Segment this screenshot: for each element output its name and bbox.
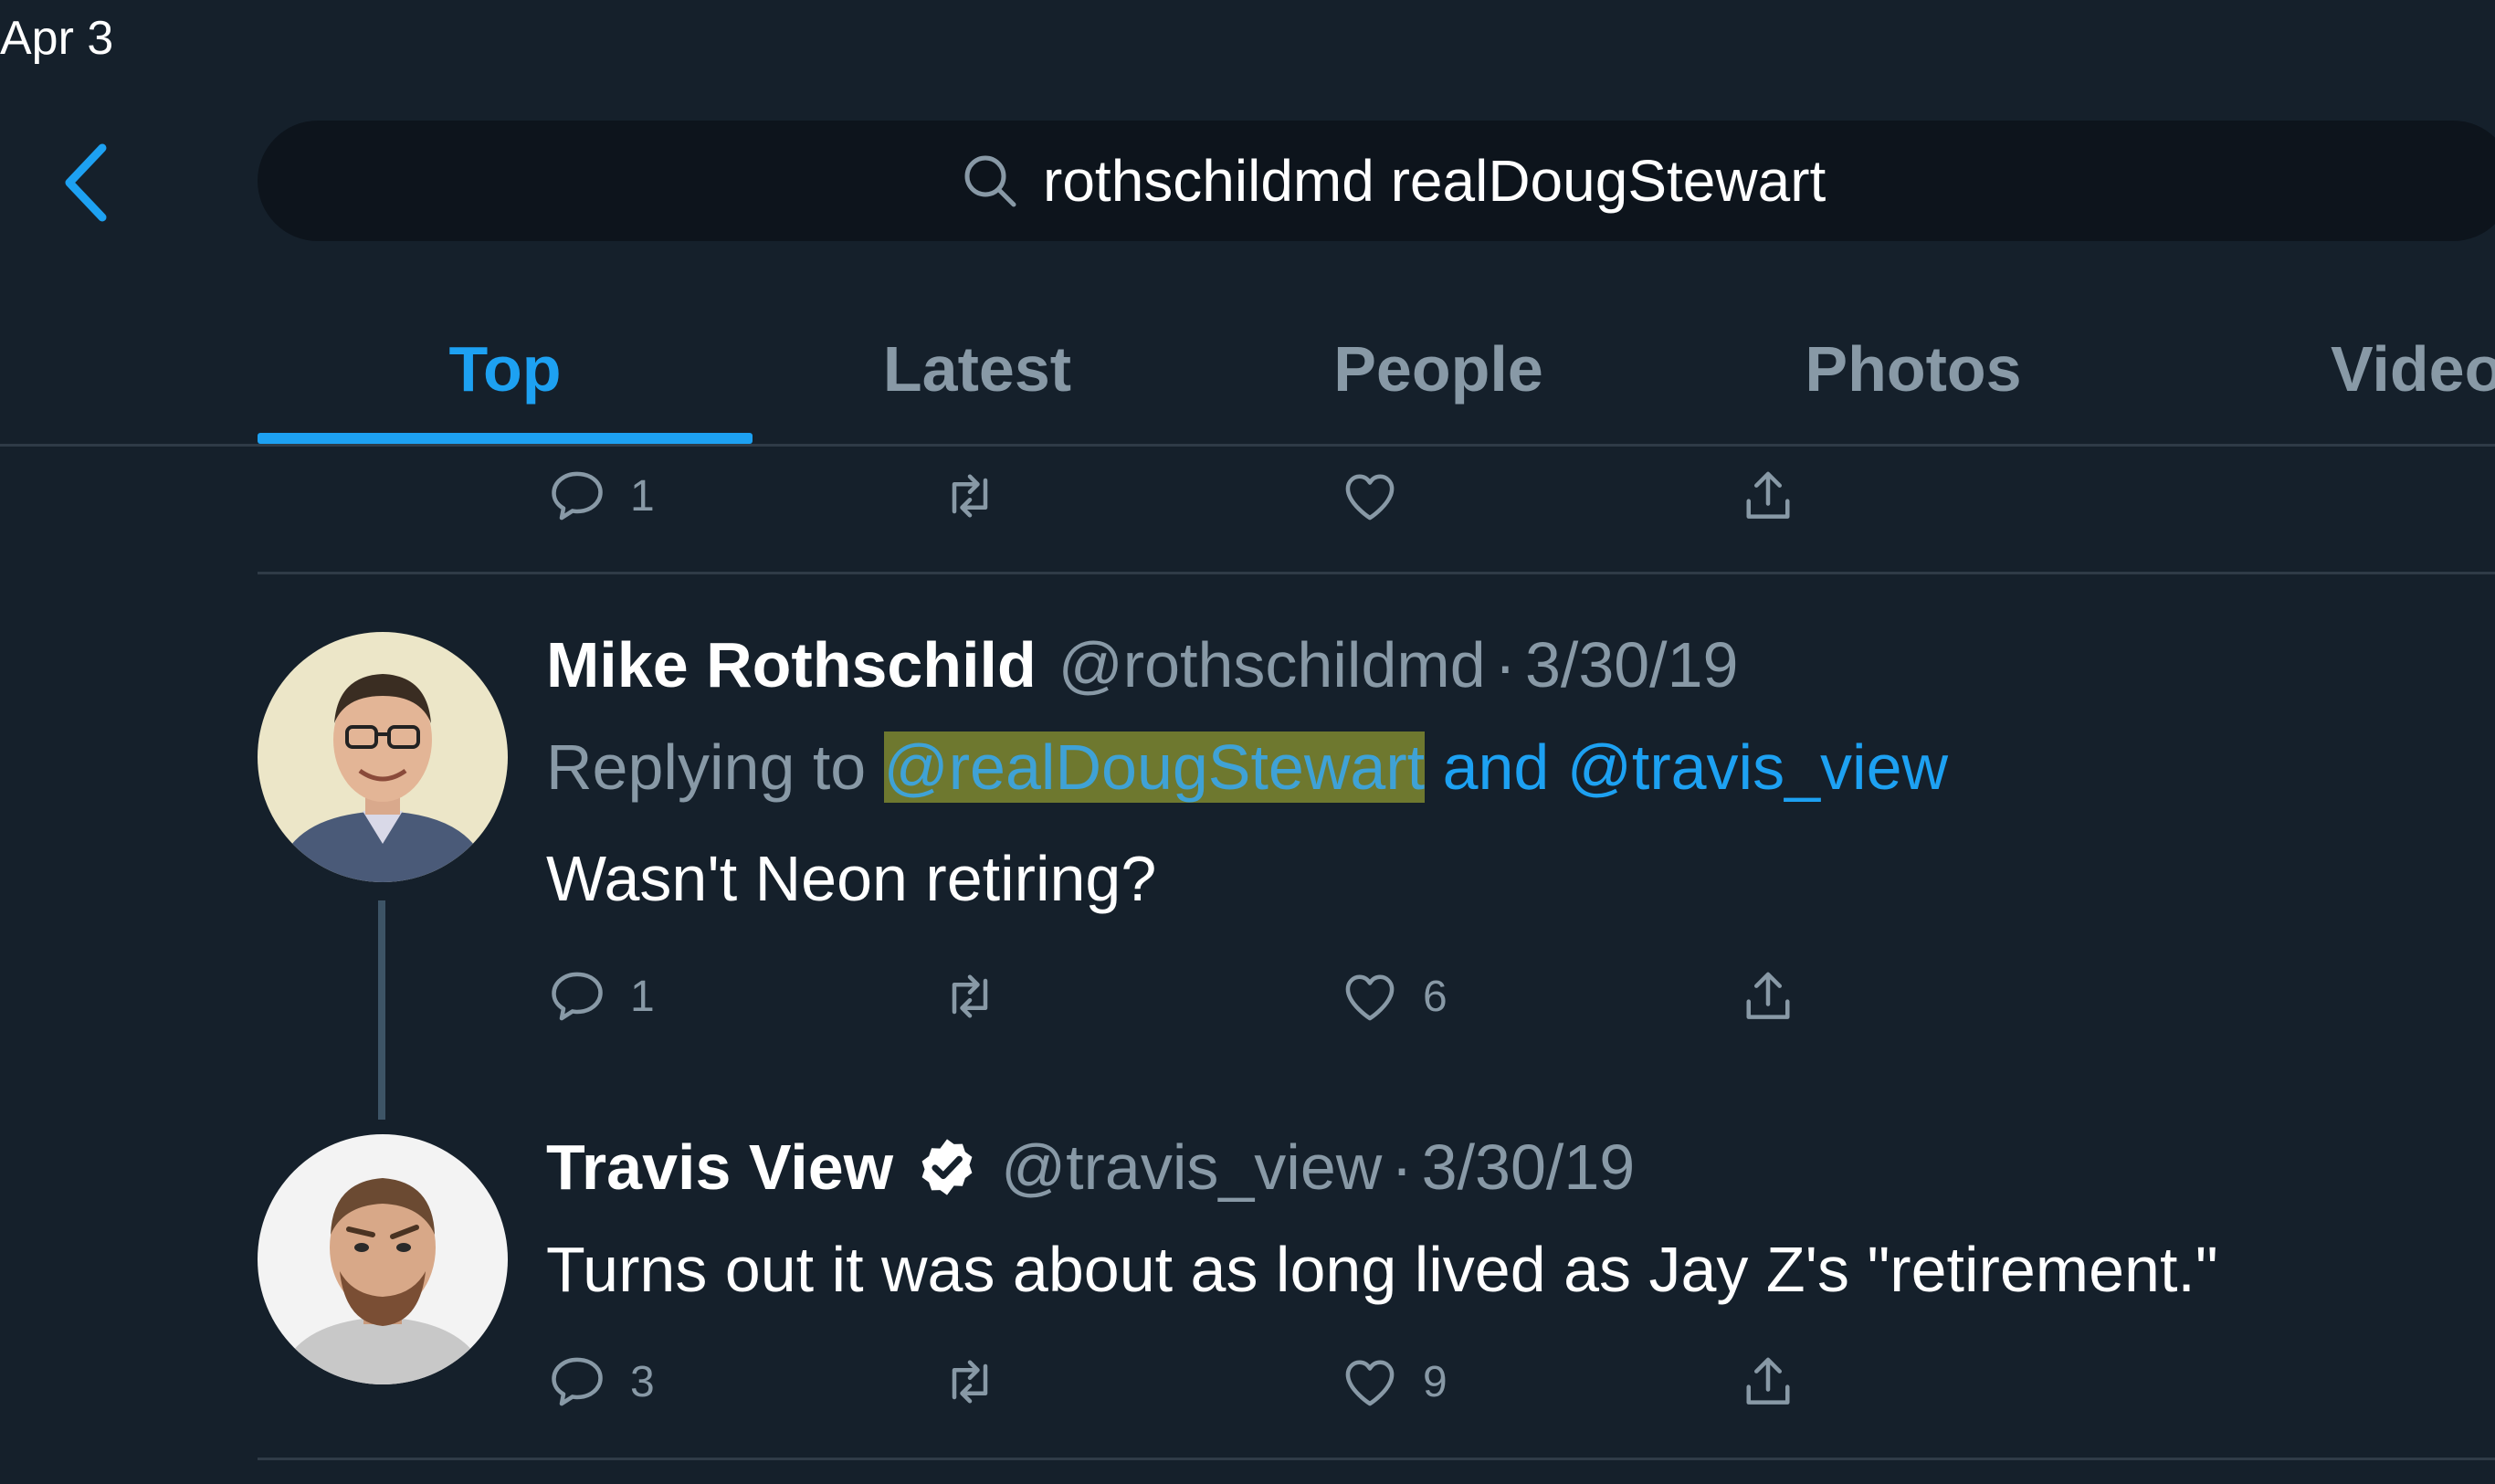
reply-icon <box>552 972 603 1021</box>
share-icon <box>1746 972 1790 1019</box>
like-button[interactable] <box>1339 455 1401 537</box>
like-count: 9 <box>1423 1357 1448 1406</box>
tweet-divider <box>258 1458 2495 1460</box>
tweet-date[interactable]: 3/30/19 <box>1525 628 1739 701</box>
reply-button[interactable]: 1 <box>546 955 655 1037</box>
back-button[interactable] <box>55 137 119 228</box>
reply-icon <box>552 471 603 521</box>
retweet-button[interactable] <box>939 455 1001 537</box>
search-tabs: Top Latest People Photos Videos <box>0 292 2495 446</box>
tweet-actions: 3 9 <box>546 1341 1825 1423</box>
search-bar[interactable]: rothschildmd realDougStewart <box>258 121 2495 241</box>
reply-count: 1 <box>630 471 655 521</box>
tweet-text: Turns out it was about as long lived as … <box>546 1234 2218 1305</box>
author-handle[interactable]: @travis_view <box>1001 1131 1382 1204</box>
reply-icon <box>552 1357 603 1406</box>
reply-count: 1 <box>630 972 655 1021</box>
mention-link[interactable]: @realDougStewart <box>883 731 1426 803</box>
retweet-icon <box>952 474 988 518</box>
author-handle[interactable]: @rothschildmd <box>1058 628 1486 701</box>
tabs-divider <box>0 444 2495 447</box>
separator-dot: · <box>1494 629 1516 700</box>
verified-badge-icon <box>921 1139 973 1195</box>
tab-photos[interactable]: Photos <box>1726 292 2100 446</box>
heart-icon <box>1345 1360 1395 1406</box>
separator-dot: · <box>1391 1131 1413 1203</box>
search-icon <box>964 155 1016 207</box>
tweet-divider <box>258 572 2495 574</box>
share-icon <box>1746 471 1790 519</box>
chevron-left-icon <box>65 143 107 222</box>
replying-and: and <box>1442 731 1550 803</box>
tweet-date[interactable]: 3/30/19 <box>1422 1131 1636 1204</box>
replying-to: Replying to @realDougStewart and @travis… <box>546 731 1948 804</box>
mention-link[interactable]: @travis_view <box>1567 731 1948 803</box>
author-name[interactable]: Travis View <box>546 1131 893 1204</box>
reply-button[interactable]: 1 <box>546 455 655 537</box>
tab-people[interactable]: People <box>1260 292 1616 446</box>
retweet-icon <box>952 974 988 1018</box>
tweet-text: Wasn't Neon retiring? <box>546 843 1157 914</box>
heart-icon <box>1345 974 1395 1021</box>
tweet-actions: 1 6 <box>546 955 1825 1037</box>
like-count: 6 <box>1423 972 1448 1021</box>
retweet-button[interactable] <box>939 1341 1001 1423</box>
retweet-button[interactable] <box>939 955 1001 1037</box>
avatar-travis-view[interactable] <box>258 1134 508 1384</box>
previous-tweet-actions: 1 <box>546 455 1825 537</box>
tab-latest[interactable]: Latest <box>804 292 1151 446</box>
active-tab-indicator <box>258 433 753 444</box>
search-query[interactable]: rothschildmd realDougStewart <box>1043 147 1826 215</box>
reply-button[interactable]: 3 <box>546 1341 655 1423</box>
thread-connector <box>378 900 385 1120</box>
reply-count: 3 <box>630 1357 655 1406</box>
tweet-header: Mike Rothschild @rothschildmd · 3/30/19 <box>546 628 1739 701</box>
status-date: Apr 3 <box>0 12 114 65</box>
like-button[interactable]: 6 <box>1339 955 1448 1037</box>
share-button[interactable] <box>1737 1341 1799 1423</box>
tweet-header: Travis View @travis_view · 3/30/19 <box>546 1131 1635 1204</box>
share-button[interactable] <box>1737 455 1799 537</box>
tab-videos[interactable]: Videos <box>2331 292 2495 446</box>
retweet-icon <box>952 1360 988 1404</box>
heart-icon <box>1345 474 1395 521</box>
like-button[interactable]: 9 <box>1339 1341 1448 1423</box>
tab-top[interactable]: Top <box>258 292 753 446</box>
avatar-mike-rothschild[interactable] <box>258 632 508 882</box>
share-button[interactable] <box>1737 955 1799 1037</box>
author-name[interactable]: Mike Rothschild <box>546 628 1037 701</box>
replying-prefix: Replying to <box>546 731 867 803</box>
share-icon <box>1746 1357 1790 1405</box>
